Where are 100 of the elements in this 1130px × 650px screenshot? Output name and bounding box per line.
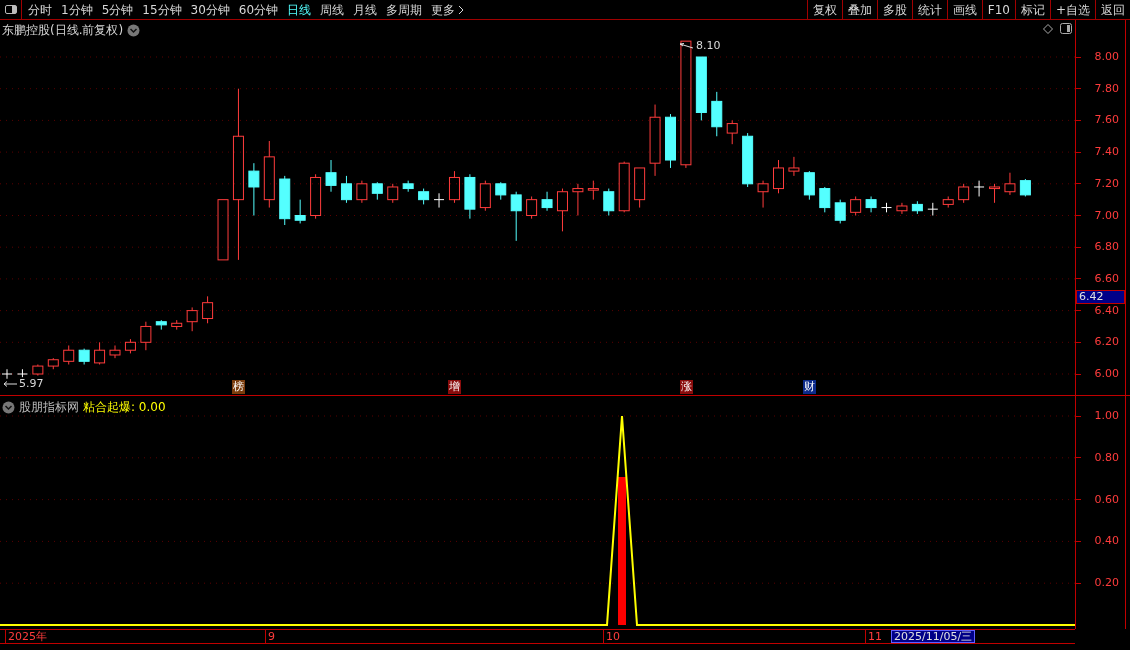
toolbar-button[interactable]: 标记 — [1014, 0, 1050, 19]
period-tab[interactable]: 日线 — [287, 0, 312, 19]
period-tab[interactable]: 多周期 — [386, 0, 423, 19]
candlestick — [78, 348, 90, 365]
pointer-arrow-icon — [680, 43, 694, 50]
period-tab[interactable]: 15分钟 — [142, 0, 182, 19]
event-marker[interactable]: 增 — [448, 380, 462, 394]
price-axis-label: 7.40 — [1094, 145, 1120, 160]
candlestick — [340, 175, 352, 204]
candlestick — [402, 180, 414, 193]
candlestick — [510, 191, 522, 242]
candlestick — [109, 344, 121, 359]
pointer-arrow-icon — [4, 381, 18, 387]
chart-title: 东鹏控股(日线.前复权) — [2, 22, 124, 39]
diamond-icon[interactable] — [1043, 24, 1053, 34]
candlestick — [47, 357, 59, 370]
period-tab[interactable]: 30分钟 — [190, 0, 230, 19]
indicator-value: 粘合起爆: 0.00 — [83, 399, 166, 416]
candlestick — [834, 199, 846, 224]
candlestick — [217, 199, 229, 261]
candlestick — [526, 196, 538, 220]
chevron-right-icon — [458, 4, 466, 15]
candlestick — [202, 295, 214, 324]
candlestick — [63, 344, 75, 365]
candlestick — [140, 321, 152, 351]
candlestick — [911, 200, 923, 215]
low-price-label: 5.97 — [19, 378, 44, 390]
price-axis-label: 8.00 — [1094, 50, 1120, 64]
candlestick — [541, 191, 553, 212]
date-axis-label: 9 — [265, 630, 275, 643]
period-tab[interactable]: 更多 — [431, 0, 466, 19]
period-tab[interactable]: 60分钟 — [238, 0, 279, 19]
candlestick — [881, 202, 892, 213]
period-tab[interactable]: 5分钟 — [101, 0, 134, 19]
price-axis-label: 6.00 — [1094, 367, 1120, 381]
cursor-date-tag: 2025/11/05/三 — [891, 630, 976, 643]
price-axis-label: 7.60 — [1094, 113, 1120, 128]
indicator-axis-label: 0.80 — [1094, 450, 1120, 465]
date-axis-label: 11 — [865, 630, 882, 643]
candlestick — [1019, 178, 1031, 197]
candlestick — [371, 181, 383, 201]
candlestick — [325, 159, 337, 193]
toolbar-button[interactable]: F10 — [981, 0, 1015, 19]
candlestick — [711, 91, 723, 137]
candlestick — [850, 196, 862, 216]
chevron-down-icon[interactable] — [127, 23, 141, 37]
toolbar-button[interactable]: 多股 — [876, 0, 912, 19]
indicator-axis-label: 0.40 — [1094, 534, 1120, 549]
candlestick — [387, 183, 399, 204]
period-tab[interactable]: 月线 — [353, 0, 378, 19]
candlestick — [16, 368, 28, 378]
event-marker[interactable]: 榜 — [232, 380, 246, 394]
period-tab[interactable]: 1分钟 — [61, 0, 93, 19]
candlestick — [942, 196, 954, 209]
toolbar-button[interactable]: 画线 — [946, 0, 982, 19]
candlestick — [433, 192, 445, 209]
chevron-down-icon[interactable] — [2, 400, 15, 414]
indicator-axis-label: 0.60 — [1094, 492, 1120, 507]
candlestick — [448, 170, 460, 204]
candlestick — [973, 180, 985, 197]
candlestick — [1004, 172, 1016, 196]
panel-icon[interactable] — [1060, 23, 1072, 34]
candlestick — [495, 181, 507, 201]
price-axis-label: 7.00 — [1094, 208, 1120, 223]
candlestick — [572, 183, 584, 216]
candlestick — [927, 202, 939, 216]
toolbar-button[interactable]: +自选 — [1049, 0, 1095, 19]
candlestick — [803, 170, 815, 201]
price-axis-label: 7.80 — [1094, 81, 1120, 96]
price-axis-label: 6.80 — [1094, 240, 1120, 255]
candlestick — [1, 368, 13, 380]
indicator-source: 股朋指标网 — [19, 399, 79, 416]
candlestick — [32, 364, 44, 377]
candlestick — [788, 156, 800, 177]
toolbar-button[interactable]: 叠加 — [841, 0, 877, 19]
toolbar-button[interactable]: 统计 — [911, 0, 947, 19]
period-tab[interactable]: 分时 — [28, 0, 52, 19]
candlestick — [279, 175, 291, 226]
candlestick — [294, 199, 306, 224]
indicator-axis-label: 0.20 — [1094, 576, 1120, 591]
candlestick — [742, 132, 754, 188]
toolbar-button[interactable]: 返回 — [1095, 0, 1130, 19]
candlestick — [186, 306, 198, 332]
candlestick — [896, 202, 908, 215]
event-marker[interactable]: 财 — [803, 380, 817, 394]
candlestick — [603, 188, 615, 216]
candlestick — [94, 341, 106, 365]
period-tab[interactable]: 周线 — [320, 0, 345, 19]
date-axis-label: 10 — [603, 630, 620, 643]
price-axis-label: 6.60 — [1094, 271, 1120, 286]
candlestick — [155, 319, 167, 331]
date-axis-label: 2025年 — [5, 630, 47, 643]
candlestick — [263, 140, 275, 209]
candlestick — [757, 180, 769, 209]
toolbar-button[interactable]: 复权 — [806, 0, 842, 19]
candlestick — [464, 173, 476, 220]
high-price-label: 8.10 — [696, 38, 721, 54]
event-marker[interactable]: 涨 — [679, 380, 693, 394]
candlestick — [557, 188, 568, 232]
candlestick — [695, 56, 707, 121]
